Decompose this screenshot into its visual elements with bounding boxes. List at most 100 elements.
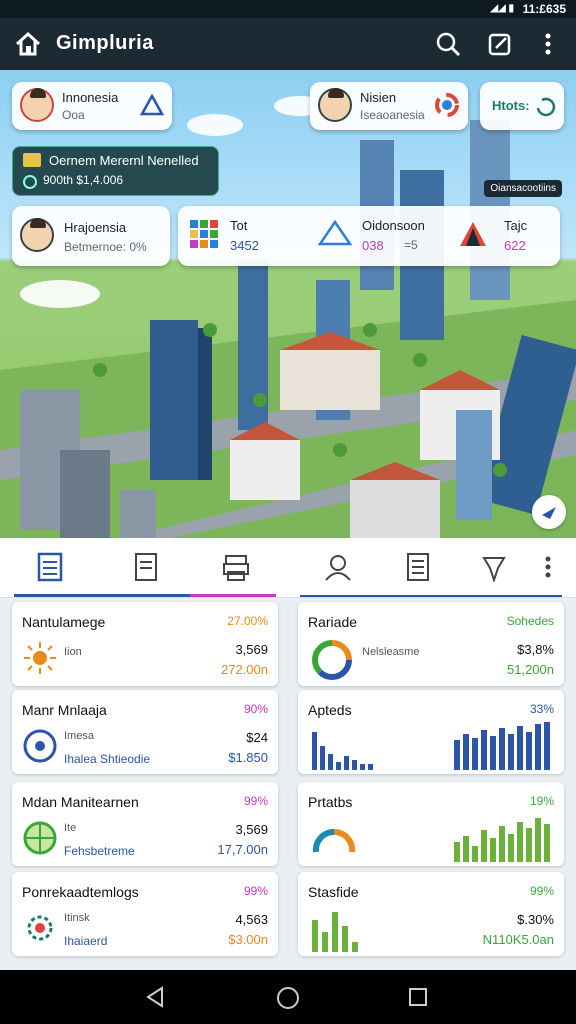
stat-value: 3452 (230, 238, 259, 253)
card-value: $24 (246, 730, 268, 745)
card-value-secondary: $1.850 (228, 750, 268, 765)
card-title: Mdan Manitearnen (22, 794, 139, 810)
card-value-secondary: $3.00n (228, 932, 268, 947)
card-value: 3,569 (235, 642, 268, 657)
player-name: Hrajoensia (64, 220, 127, 235)
card-value-secondary: 272.00n (221, 662, 268, 677)
stat-card-mdan-manitearnen[interactable]: Mdan Manitearnen 99% Ite Fehsbetreme 3,5… (12, 782, 278, 866)
app-bar: Gimpluria (0, 18, 576, 70)
system-nav-bar (0, 970, 576, 1024)
globe-icon (23, 821, 57, 855)
users-icon[interactable] (320, 552, 356, 582)
stat-value: 038 (362, 238, 384, 253)
player-name: Innonesia (62, 90, 119, 105)
stat-card-rariade[interactable]: Rariade Sohedes Nelsleasme $3,8% 51,200n (298, 602, 564, 686)
stat-card-manr-mnlaaja[interactable]: Manr Mnlaaja 90% Imesa Ihalea Shtieodie … (12, 690, 278, 774)
card-value-secondary: 51,200n (507, 662, 554, 677)
grid-icon (190, 220, 218, 248)
card-value: $.30% (517, 912, 554, 927)
list-icon[interactable] (32, 552, 68, 582)
banner-title: Oernem Merernl Nenelled (49, 153, 199, 168)
stat-value: 622 (504, 238, 526, 253)
home-nav-icon[interactable] (276, 986, 300, 1010)
transactions-pill[interactable]: Oiansacootiins (484, 180, 562, 197)
city-illustration (0, 96, 576, 538)
search-icon[interactable] (434, 30, 462, 58)
tab-indicator-secondary (190, 594, 276, 597)
status-bar: ◢◢ ▮ 11:£635 (0, 0, 576, 18)
city-map[interactable]: Innonesia Ooa Nisien Iseaoanesia Htots: … (0, 70, 576, 538)
card-percent: 19% (529, 794, 554, 808)
hints-label: Htots: (492, 98, 530, 113)
card-title: Nantulamege (22, 614, 106, 630)
banner-value: 900th $1,4.006 (43, 173, 124, 187)
card-percent: 99% (243, 794, 268, 808)
player-card-innonesia[interactable]: Innonesia Ooa (12, 82, 172, 130)
card-value: $3,8% (517, 642, 554, 657)
card-title: Stasfide (308, 884, 359, 900)
card-value: 3,569 (235, 822, 268, 837)
player-sub: Ooa (62, 108, 85, 122)
stat-label: Tajc (504, 218, 528, 233)
triangle-icon (140, 94, 164, 116)
compass-button[interactable] (532, 495, 566, 529)
target-icon (23, 729, 57, 763)
dashboard-panel: Nantulamege 27.00% Iion 3,569 272.00n Ma… (0, 538, 576, 970)
card-percent: Sohedes (506, 614, 554, 628)
home-icon[interactable] (14, 30, 42, 58)
card-subtitle: Nelsleasme (362, 646, 420, 658)
card-percent: 99% (243, 884, 268, 898)
card-value-secondary: 17,7.00n (217, 842, 268, 857)
card-title: Prtatbs (308, 794, 353, 810)
card-title: Apteds (308, 702, 352, 718)
card-subtitle: Imesa (64, 730, 94, 742)
report-icon[interactable] (400, 552, 436, 582)
player-card-hrajoensia[interactable]: Hrajoensia Betmernoe: 0% (12, 206, 170, 266)
bar-chart-green (454, 818, 550, 862)
stat-card-stasfide[interactable]: Stasfide 99% $.30% N110K5.0an (298, 872, 564, 956)
more-vert-icon[interactable] (534, 30, 562, 58)
edit-icon[interactable] (486, 30, 514, 58)
hints-card[interactable]: Htots: (480, 82, 564, 130)
status-time: 11:£635 (522, 2, 566, 16)
avatar (20, 88, 54, 122)
tab-indicator-right (300, 595, 562, 597)
card-value-secondary: N110K5.0an (482, 932, 554, 947)
player-sub: Iseaoanesia (360, 108, 425, 122)
stat-label: Oidonsoon (362, 218, 425, 233)
card-percent: 99% (529, 884, 554, 898)
card-subtitle: Iion (64, 646, 82, 658)
bar-chart-small-green (312, 912, 358, 952)
avatar (20, 218, 54, 252)
card-subtitle: Ite (64, 822, 77, 834)
player-sub: Betmernoe: 0% (64, 240, 147, 254)
flag-icon (435, 93, 459, 117)
more-vert-icon[interactable] (530, 552, 566, 582)
refresh-icon (536, 97, 556, 117)
stat-card-apteds[interactable]: Apteds 33% (298, 690, 564, 774)
printer-icon[interactable] (218, 552, 254, 582)
gauge-chart (312, 828, 356, 853)
card-title: Manr Mnlaaja (22, 702, 107, 718)
card-subtitle-secondary: Ihalea Shtieodie (64, 752, 151, 766)
sun-icon (24, 642, 56, 674)
stat-card-ponrekaadtemlogs[interactable]: Ponrekaadtemlogs 99% Itinsk Ihaiaerd 4,5… (12, 872, 278, 956)
player-card-nisien[interactable]: Nisien Iseaoanesia (310, 82, 468, 130)
recents-icon[interactable] (408, 987, 428, 1007)
notification-banner[interactable]: Oernem Merernl Nenelled 900th $1,4.006 (12, 146, 219, 196)
card-percent: 33% (529, 702, 554, 716)
stat-card-prtatbs[interactable]: Prtatbs 19% (298, 782, 564, 866)
stat-label: Tot (230, 218, 248, 233)
navigation-icon (542, 507, 556, 519)
avatar (318, 88, 352, 122)
bar-chart-small (312, 732, 373, 770)
card-percent: 27.00% (227, 614, 268, 628)
folder-icon (23, 153, 41, 167)
back-icon[interactable] (144, 986, 166, 1008)
stat-card-nantulamege[interactable]: Nantulamege 27.00% Iion 3,569 272.00n (12, 602, 278, 686)
document-icon[interactable] (128, 552, 164, 582)
tab-bar (0, 538, 576, 598)
donut-chart (312, 640, 352, 680)
card-subtitle: Itinsk (64, 912, 90, 924)
award-icon[interactable] (476, 552, 512, 582)
